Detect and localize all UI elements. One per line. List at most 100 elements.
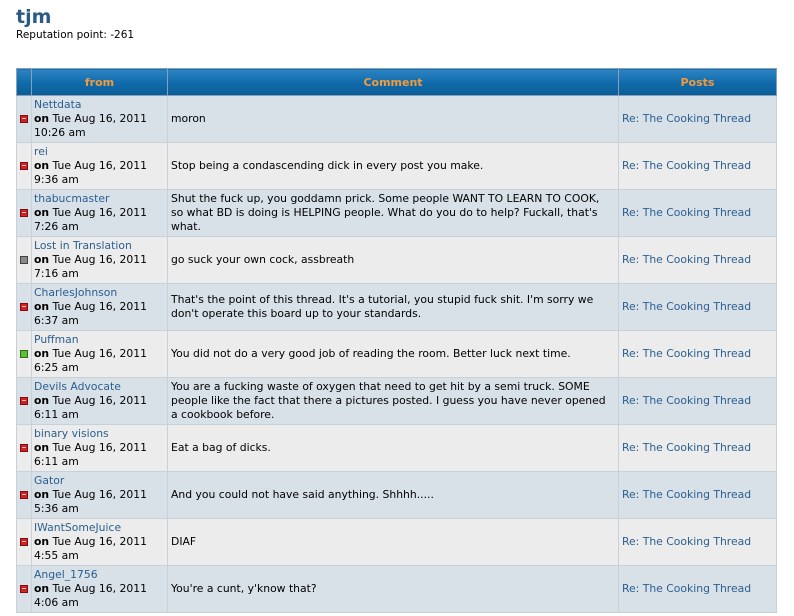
post-cell: Re: The Cooking Thread [618,565,777,613]
author-link[interactable]: Nettdata [34,98,164,112]
date-text: Tue Aug 16, 2011 [52,300,148,313]
date-text: Tue Aug 16, 2011 [52,582,148,595]
row-stub [16,330,32,378]
reputation-red-icon [20,162,28,170]
date-text: Tue Aug 16, 2011 [52,535,148,548]
time-text: 6:11 am [34,455,79,468]
author-link[interactable]: binary visions [34,427,164,441]
post-link[interactable]: Re: The Cooking Thread [622,159,751,172]
author-link[interactable]: Puffman [34,333,164,347]
time-text: 7:26 am [34,220,79,233]
post-cell: Re: The Cooking Thread [618,142,777,190]
on-label: on [34,535,50,548]
author-link[interactable]: IWantSomeJuice [34,521,164,535]
reputation-red-icon [20,585,28,593]
row-stub [16,95,32,143]
post-link[interactable]: Re: The Cooking Thread [622,582,751,595]
on-label: on [34,347,50,360]
post-cell: Re: The Cooking Thread [618,330,777,378]
date-line: on Tue Aug 16, 2011 [34,441,164,455]
post-link[interactable]: Re: The Cooking Thread [622,535,751,548]
post-link[interactable]: Re: The Cooking Thread [622,347,751,360]
table-row: IWantSomeJuice on Tue Aug 16, 2011 4:55 am… [16,518,777,566]
reputation-red-icon [20,491,28,499]
from-block: Puffman on Tue Aug 16, 2011 6:25 am [34,333,164,375]
post-link[interactable]: Re: The Cooking Thread [622,441,751,454]
from-cell: Gator on Tue Aug 16, 2011 5:36 am [31,471,168,519]
author-link[interactable]: Lost in Translation [34,239,164,253]
row-stub [16,377,32,425]
date-text: Tue Aug 16, 2011 [52,159,148,172]
reputation-red-icon [20,115,28,123]
from-block: binary visions on Tue Aug 16, 2011 6:11 am [34,427,164,469]
on-label: on [34,159,50,172]
from-block: rei on Tue Aug 16, 2011 9:36 am [34,145,164,187]
from-cell: IWantSomeJuice on Tue Aug 16, 2011 4:55 am [31,518,168,566]
comment-cell: moron [167,95,619,143]
author-link[interactable]: Devils Advocate [34,380,164,394]
from-cell: Nettdata on Tue Aug 16, 2011 10:26 am [31,95,168,143]
post-cell: Re: The Cooking Thread [618,471,777,519]
author-link[interactable]: CharlesJohnson [34,286,164,300]
row-stub [16,283,32,331]
reputation-gray-icon [20,256,28,264]
from-cell: Puffman on Tue Aug 16, 2011 6:25 am [31,330,168,378]
row-stub [16,471,32,519]
row-stub [16,236,32,284]
post-cell: Re: The Cooking Thread [618,518,777,566]
row-stub [16,142,32,190]
post-link[interactable]: Re: The Cooking Thread [622,300,751,313]
author-link[interactable]: Gator [34,474,164,488]
time-text: 9:36 am [34,173,79,186]
reputation-red-icon [20,209,28,217]
post-link[interactable]: Re: The Cooking Thread [622,394,751,407]
from-cell: Angel_1756 on Tue Aug 16, 2011 4:06 am [31,565,168,613]
reputation-red-icon [20,397,28,405]
table-row: Nettdata on Tue Aug 16, 2011 10:26 am moron… [16,95,777,143]
table-body: Nettdata on Tue Aug 16, 2011 10:26 am moron… [16,95,777,613]
post-link[interactable]: Re: The Cooking Thread [622,112,751,125]
date-text: Tue Aug 16, 2011 [52,112,148,125]
date-line: on Tue Aug 16, 2011 [34,394,164,408]
author-link[interactable]: rei [34,145,164,159]
from-block: Devils Advocate on Tue Aug 16, 2011 6:11 a… [34,380,164,422]
table-header-row: from Comment Posts [16,68,777,96]
table-row: Devils Advocate on Tue Aug 16, 2011 6:11 a… [16,377,777,425]
table-row: Lost in Translation on Tue Aug 16, 2011 7:… [16,236,777,284]
post-link[interactable]: Re: The Cooking Thread [622,253,751,266]
profile-header: tjm Reputation point: -261 [16,6,134,41]
date-text: Tue Aug 16, 2011 [52,488,148,501]
post-cell: Re: The Cooking Thread [618,189,777,237]
table-row: rei on Tue Aug 16, 2011 9:36 am Stop being … [16,142,777,190]
comment-cell: You did not do a very good job of readin… [167,330,619,378]
table-row: Puffman on Tue Aug 16, 2011 6:25 am You did… [16,330,777,378]
on-label: on [34,582,50,595]
from-cell: thabucmaster on Tue Aug 16, 2011 7:26 am [31,189,168,237]
header-posts: Posts [618,68,777,96]
date-line: on Tue Aug 16, 2011 [34,159,164,173]
time-text: 6:25 am [34,361,79,374]
reputation-text: Reputation point: -261 [16,29,135,41]
header-comment: Comment [167,68,619,96]
post-cell: Re: The Cooking Thread [618,95,777,143]
on-label: on [34,300,50,313]
reputation-red-icon [20,303,28,311]
table-row: binary visions on Tue Aug 16, 2011 6:11 am… [16,424,777,472]
post-link[interactable]: Re: The Cooking Thread [622,206,751,219]
on-label: on [34,394,50,407]
reputation-red-icon [20,538,28,546]
comment-cell: You are a fucking waste of oxygen that n… [167,377,619,425]
author-link[interactable]: Angel_1756 [34,568,164,582]
reputation-green-icon [20,350,28,358]
date-text: Tue Aug 16, 2011 [52,441,148,454]
on-label: on [34,441,50,454]
row-stub [16,424,32,472]
author-link[interactable]: thabucmaster [34,192,164,206]
post-link[interactable]: Re: The Cooking Thread [622,488,751,501]
from-block: Nettdata on Tue Aug 16, 2011 10:26 am [34,98,164,140]
post-cell: Re: The Cooking Thread [618,236,777,284]
date-text: Tue Aug 16, 2011 [52,394,148,407]
post-cell: Re: The Cooking Thread [618,424,777,472]
comment-cell: Stop being a condascending dick in every… [167,142,619,190]
date-line: on Tue Aug 16, 2011 [34,535,164,549]
